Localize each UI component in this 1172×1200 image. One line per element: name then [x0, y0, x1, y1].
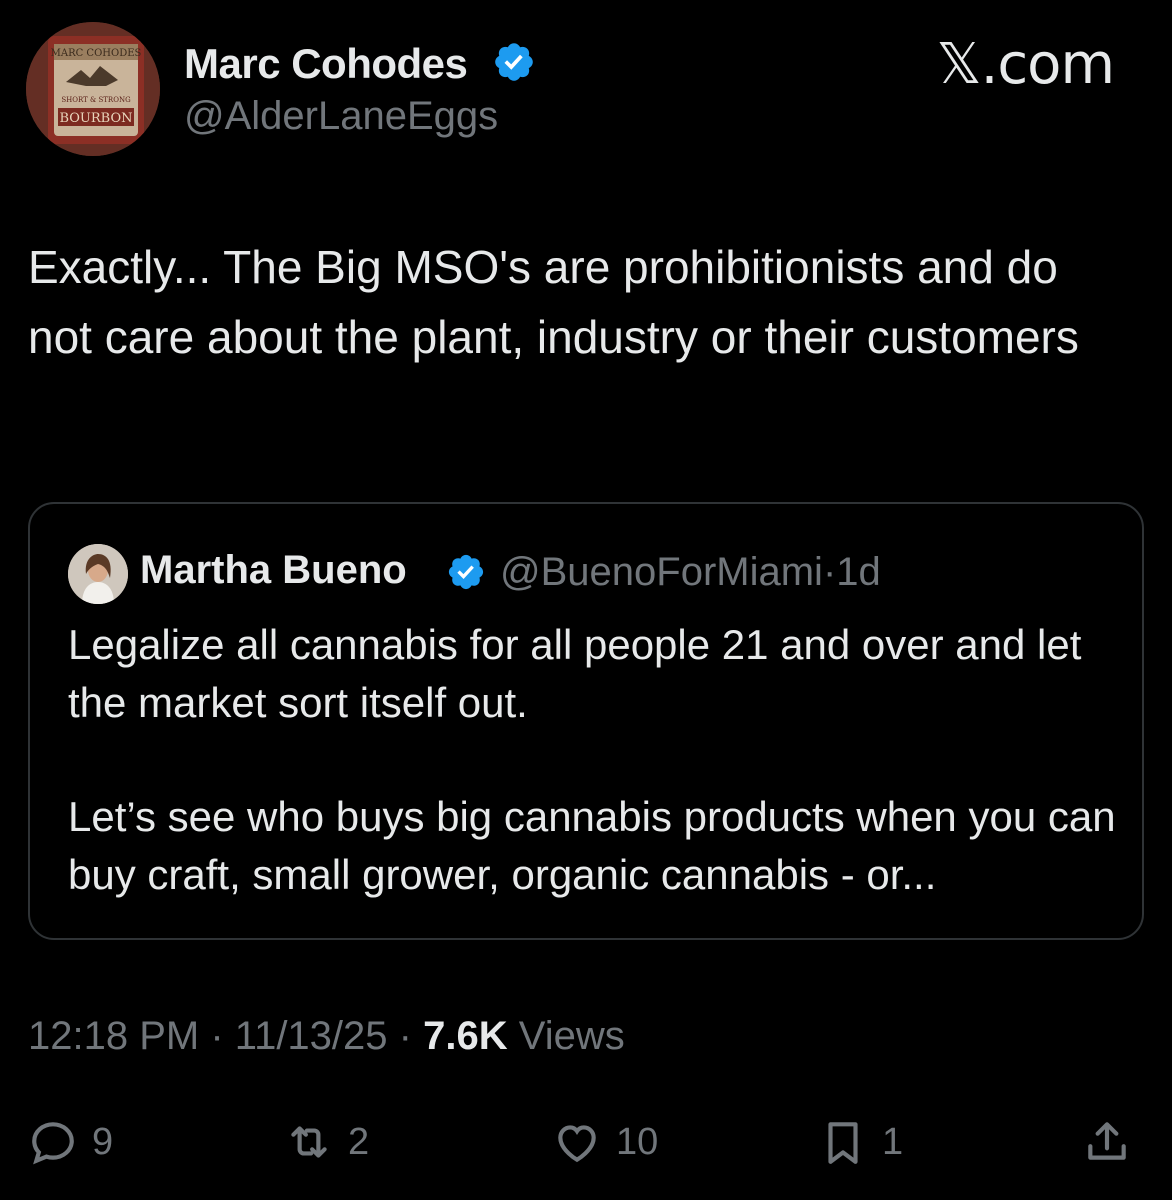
- reply-icon: [32, 1122, 74, 1165]
- quoted-author-name[interactable]: Martha Bueno: [140, 548, 407, 593]
- meta-separator: ·: [398, 1014, 412, 1058]
- meta-separator: ·: [210, 1014, 224, 1058]
- quoted-separator: ·: [822, 550, 837, 594]
- like-icon: [558, 1125, 596, 1163]
- quoted-paragraph-1: Legalize all cannabis for all people 21 …: [68, 621, 1082, 726]
- views-label: Views: [518, 1014, 625, 1058]
- reply-button[interactable]: 9: [28, 1114, 113, 1170]
- author-handle[interactable]: @AlderLaneEggs: [184, 94, 498, 139]
- reply-count: 9: [92, 1120, 114, 1163]
- quoted-tweet-card[interactable]: Martha Bueno @BuenoForMiami·1d Legalize …: [28, 502, 1144, 940]
- quoted-paragraph-2: Let’s see who buys big cannabis products…: [68, 793, 1116, 898]
- share-button[interactable]: [1082, 1114, 1132, 1170]
- avatar-label-bottom: BOURBON: [59, 111, 132, 126]
- author-avatar[interactable]: MARC COHODES SHORT & STRONG BOURBON: [26, 22, 160, 156]
- share-icon: [1088, 1122, 1126, 1160]
- quoted-tweet-text: Legalize all cannabis for all people 21 …: [68, 616, 1118, 904]
- verified-badge-icon: [495, 43, 533, 81]
- bookmark-icon: [828, 1122, 858, 1164]
- quoted-avatar-image: [68, 544, 128, 604]
- avatar-label-top: MARC COHODES: [51, 48, 142, 59]
- author-name[interactable]: Marc Cohodes: [184, 40, 468, 88]
- quoted-author-handle[interactable]: @BuenoForMiami: [500, 550, 823, 594]
- tweet-meta: 12:18 PM · 11/13/25 · 7.6K Views: [28, 1014, 625, 1059]
- like-count: 10: [616, 1120, 659, 1163]
- avatar-image: MARC COHODES SHORT & STRONG BOURBON: [26, 22, 160, 156]
- quoted-author-handle-line: @BuenoForMiami·1d: [500, 550, 881, 595]
- quoted-verified-badge-icon: [448, 554, 484, 590]
- views-count: 7.6K: [423, 1014, 508, 1058]
- quoted-author-avatar[interactable]: [68, 544, 128, 604]
- quoted-time[interactable]: 1d: [836, 550, 881, 594]
- avatar-label-mid: SHORT & STRONG: [61, 96, 131, 104]
- tweet-screenshot: MARC COHODES SHORT & STRONG BOURBON Marc…: [0, 0, 1172, 1200]
- tweet-text: Exactly... The Big MSO's are prohibition…: [28, 241, 1079, 363]
- bookmark-count: 1: [882, 1120, 904, 1163]
- tweet-date[interactable]: 11/13/25: [235, 1014, 388, 1058]
- repost-icon: [291, 1126, 327, 1158]
- repost-count: 2: [348, 1120, 370, 1163]
- like-button[interactable]: 10: [552, 1114, 658, 1170]
- repost-button[interactable]: 2: [284, 1114, 369, 1170]
- x-logo: 𝕏.com: [936, 32, 1115, 97]
- bookmark-button[interactable]: 1: [818, 1114, 903, 1170]
- tweet-time[interactable]: 12:18 PM: [28, 1014, 199, 1058]
